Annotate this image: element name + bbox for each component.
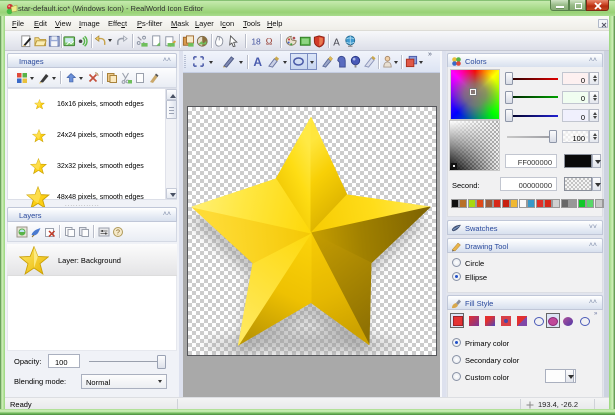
svg-text:18: 18 [251,36,261,46]
svg-text:?: ? [116,229,120,236]
svg-text:A: A [333,37,340,47]
svg-text:A: A [253,55,262,68]
svg-text:Ω: Ω [266,36,273,46]
